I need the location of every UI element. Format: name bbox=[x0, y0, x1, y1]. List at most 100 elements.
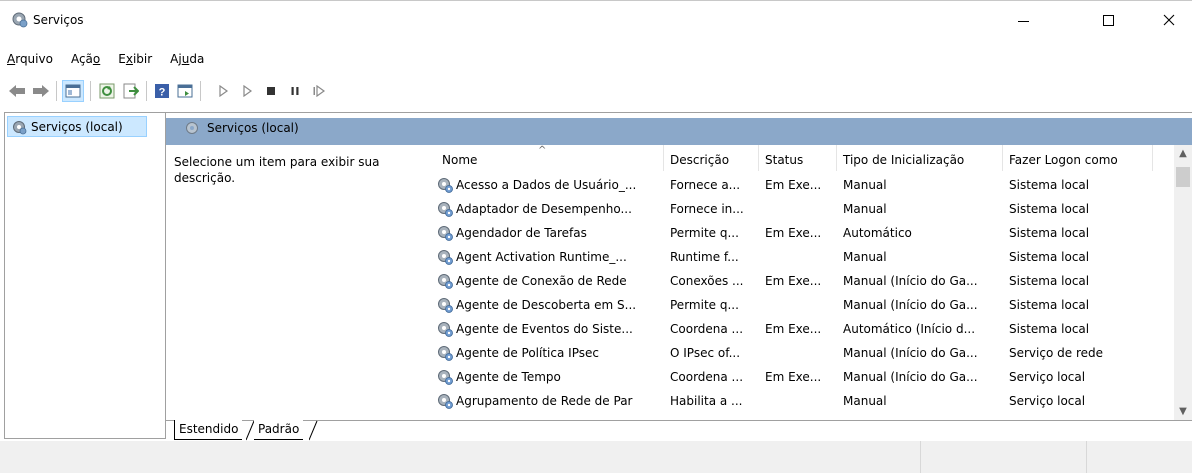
scroll-up-icon[interactable]: ▲ bbox=[1174, 145, 1192, 162]
cell-text: Agendador de Tarefas bbox=[456, 226, 587, 240]
toolbar-separator bbox=[90, 81, 91, 101]
cell-text: Agente de Eventos do Siste... bbox=[456, 322, 633, 336]
export-list-icon[interactable] bbox=[122, 82, 140, 100]
table-row[interactable]: Agente de Conexão de Rede Conexões ... Em … bbox=[436, 269, 1172, 293]
cell-logon: Sistema local bbox=[1009, 197, 1149, 221]
cell-status bbox=[765, 341, 837, 365]
toolbar-separator bbox=[146, 81, 147, 101]
service-description: Selecione um item para exibir sua descri… bbox=[174, 155, 380, 185]
table-row[interactable]: Adaptador de Desempenho... Fornece in... M… bbox=[436, 197, 1172, 221]
cell-startup: Manual (Início do Ga... bbox=[843, 269, 1003, 293]
cell-text: Automático bbox=[843, 226, 912, 240]
tab-label: Estendido bbox=[179, 422, 239, 436]
maximize-icon bbox=[1102, 14, 1114, 26]
tab-extended[interactable]: Estendido bbox=[174, 420, 243, 440]
service-gear-icon bbox=[438, 394, 453, 409]
close-icon bbox=[1163, 14, 1175, 26]
cell-text: Serviço local bbox=[1009, 370, 1086, 384]
cell-text: Manual bbox=[843, 178, 887, 192]
cell-status: Em Exe... bbox=[765, 221, 837, 245]
column-header-description[interactable]: Descrição bbox=[664, 145, 759, 171]
column-header-startup-type[interactable]: Tipo de Inicialização bbox=[837, 145, 1003, 171]
pause-service-icon[interactable] bbox=[286, 82, 304, 100]
table-row[interactable]: Acesso a Dados de Usuário_... Fornece a..… bbox=[436, 173, 1172, 197]
cell-text: O IPsec of... bbox=[670, 346, 741, 360]
table-row[interactable]: Agente de Descoberta em S... Permite q...… bbox=[436, 293, 1172, 317]
table-row[interactable]: Agente de Tempo Coordena ... Em Exe... Manu… bbox=[436, 365, 1172, 389]
column-header-label: Nome bbox=[442, 153, 478, 167]
column-header-name[interactable]: Nome bbox=[436, 145, 664, 171]
column-header-label: Descrição bbox=[670, 153, 730, 167]
table-row[interactable]: Agrupamento de Rede de Par Habilita a ...… bbox=[436, 389, 1172, 413]
table-row[interactable]: Agendador de Tarefas Permite q... Em Exe..… bbox=[436, 221, 1172, 245]
cell-status bbox=[765, 197, 837, 221]
close-button[interactable] bbox=[1146, 1, 1192, 39]
cell-text: Permite q... bbox=[670, 226, 739, 240]
cell-text: Em Exe... bbox=[765, 370, 822, 384]
restart-service-icon[interactable] bbox=[310, 82, 328, 100]
service-gear-icon bbox=[438, 346, 453, 361]
cell-desc: Permite q... bbox=[670, 221, 762, 245]
toolbar: ? bbox=[0, 78, 1192, 104]
services-list: ^ Nome Descrição Status Tipo de Iniciali… bbox=[436, 145, 1192, 420]
service-gear-icon bbox=[438, 250, 453, 265]
menu-arquivo[interactable]: Arquivo bbox=[0, 48, 62, 70]
tree-item-services-local[interactable]: Serviços (local) bbox=[7, 116, 147, 137]
cell-logon: Sistema local bbox=[1009, 293, 1149, 317]
start-service-alt-icon[interactable] bbox=[238, 82, 256, 100]
cell-startup: Automático bbox=[843, 221, 1003, 245]
back-arrow-icon[interactable] bbox=[8, 82, 26, 100]
cell-desc: Fornece in... bbox=[670, 197, 762, 221]
column-header-label: Fazer Logon como bbox=[1009, 153, 1118, 167]
cell-name: Agente de Política IPsec bbox=[436, 341, 662, 365]
menu-exibir[interactable]: Exibir bbox=[109, 48, 161, 70]
cell-text: Sistema local bbox=[1009, 178, 1090, 192]
cell-status bbox=[765, 293, 837, 317]
status-divider bbox=[1086, 441, 1087, 473]
cell-text: Em Exe... bbox=[765, 178, 822, 192]
cell-text: Agente de Descoberta em S... bbox=[456, 298, 637, 312]
cell-text: Conexões ... bbox=[670, 274, 744, 288]
table-row[interactable]: Agent Activation Runtime_... Runtime f...… bbox=[436, 245, 1172, 269]
cell-name: Agendador de Tarefas bbox=[436, 221, 662, 245]
cell-text: Sistema local bbox=[1009, 274, 1090, 288]
cell-text: Fornece a... bbox=[670, 178, 741, 192]
cell-startup: Manual (Início do Ga... bbox=[843, 365, 1003, 389]
cell-desc: Permite q... bbox=[670, 293, 762, 317]
cell-startup: Manual bbox=[843, 173, 1003, 197]
minimize-button[interactable] bbox=[1000, 1, 1046, 39]
column-header-logon-as[interactable]: Fazer Logon como bbox=[1003, 145, 1153, 171]
forward-arrow-icon[interactable] bbox=[32, 82, 50, 100]
services-gear-icon bbox=[186, 122, 198, 134]
status-bar bbox=[0, 441, 1192, 473]
cell-logon: Sistema local bbox=[1009, 269, 1149, 293]
cell-text: Automático (Início d... bbox=[843, 322, 976, 336]
cell-startup: Automático (Início d... bbox=[843, 317, 1003, 341]
start-service-icon[interactable] bbox=[214, 82, 232, 100]
tab-edge bbox=[309, 420, 318, 441]
scroll-thumb[interactable] bbox=[1176, 167, 1190, 187]
cell-text: Serviço local bbox=[1009, 394, 1086, 408]
window-title: Serviços bbox=[33, 13, 84, 27]
table-row[interactable]: Agente de Política IPsec O IPsec of... Man… bbox=[436, 341, 1172, 365]
cell-text: Serviço de rede bbox=[1009, 346, 1103, 360]
stop-service-icon[interactable] bbox=[262, 82, 280, 100]
vertical-scrollbar[interactable]: ▲ ▼ bbox=[1174, 145, 1192, 420]
service-gear-icon bbox=[438, 298, 453, 313]
services-gear-icon bbox=[13, 120, 27, 134]
scroll-down-icon[interactable]: ▼ bbox=[1174, 403, 1192, 420]
cell-name: Acesso a Dados de Usuário_... bbox=[436, 173, 662, 197]
cell-text: Agent Activation Runtime_... bbox=[456, 250, 627, 264]
table-row[interactable]: Agente de Eventos do Siste... Coordena ..… bbox=[436, 317, 1172, 341]
menu-ajuda[interactable]: Ajuda bbox=[161, 48, 213, 70]
column-header-status[interactable]: Status bbox=[759, 145, 837, 171]
cell-startup: Manual bbox=[843, 197, 1003, 221]
maximize-button[interactable] bbox=[1085, 1, 1131, 39]
tab-standard[interactable]: Padrão bbox=[254, 420, 304, 440]
menu-acao[interactable]: Ação bbox=[62, 48, 109, 70]
service-gear-icon bbox=[438, 322, 453, 337]
show-hide-console-tree-icon[interactable] bbox=[62, 80, 84, 102]
refresh-icon[interactable] bbox=[98, 82, 116, 100]
help-icon[interactable]: ? bbox=[153, 82, 171, 100]
properties-icon[interactable] bbox=[176, 82, 194, 100]
